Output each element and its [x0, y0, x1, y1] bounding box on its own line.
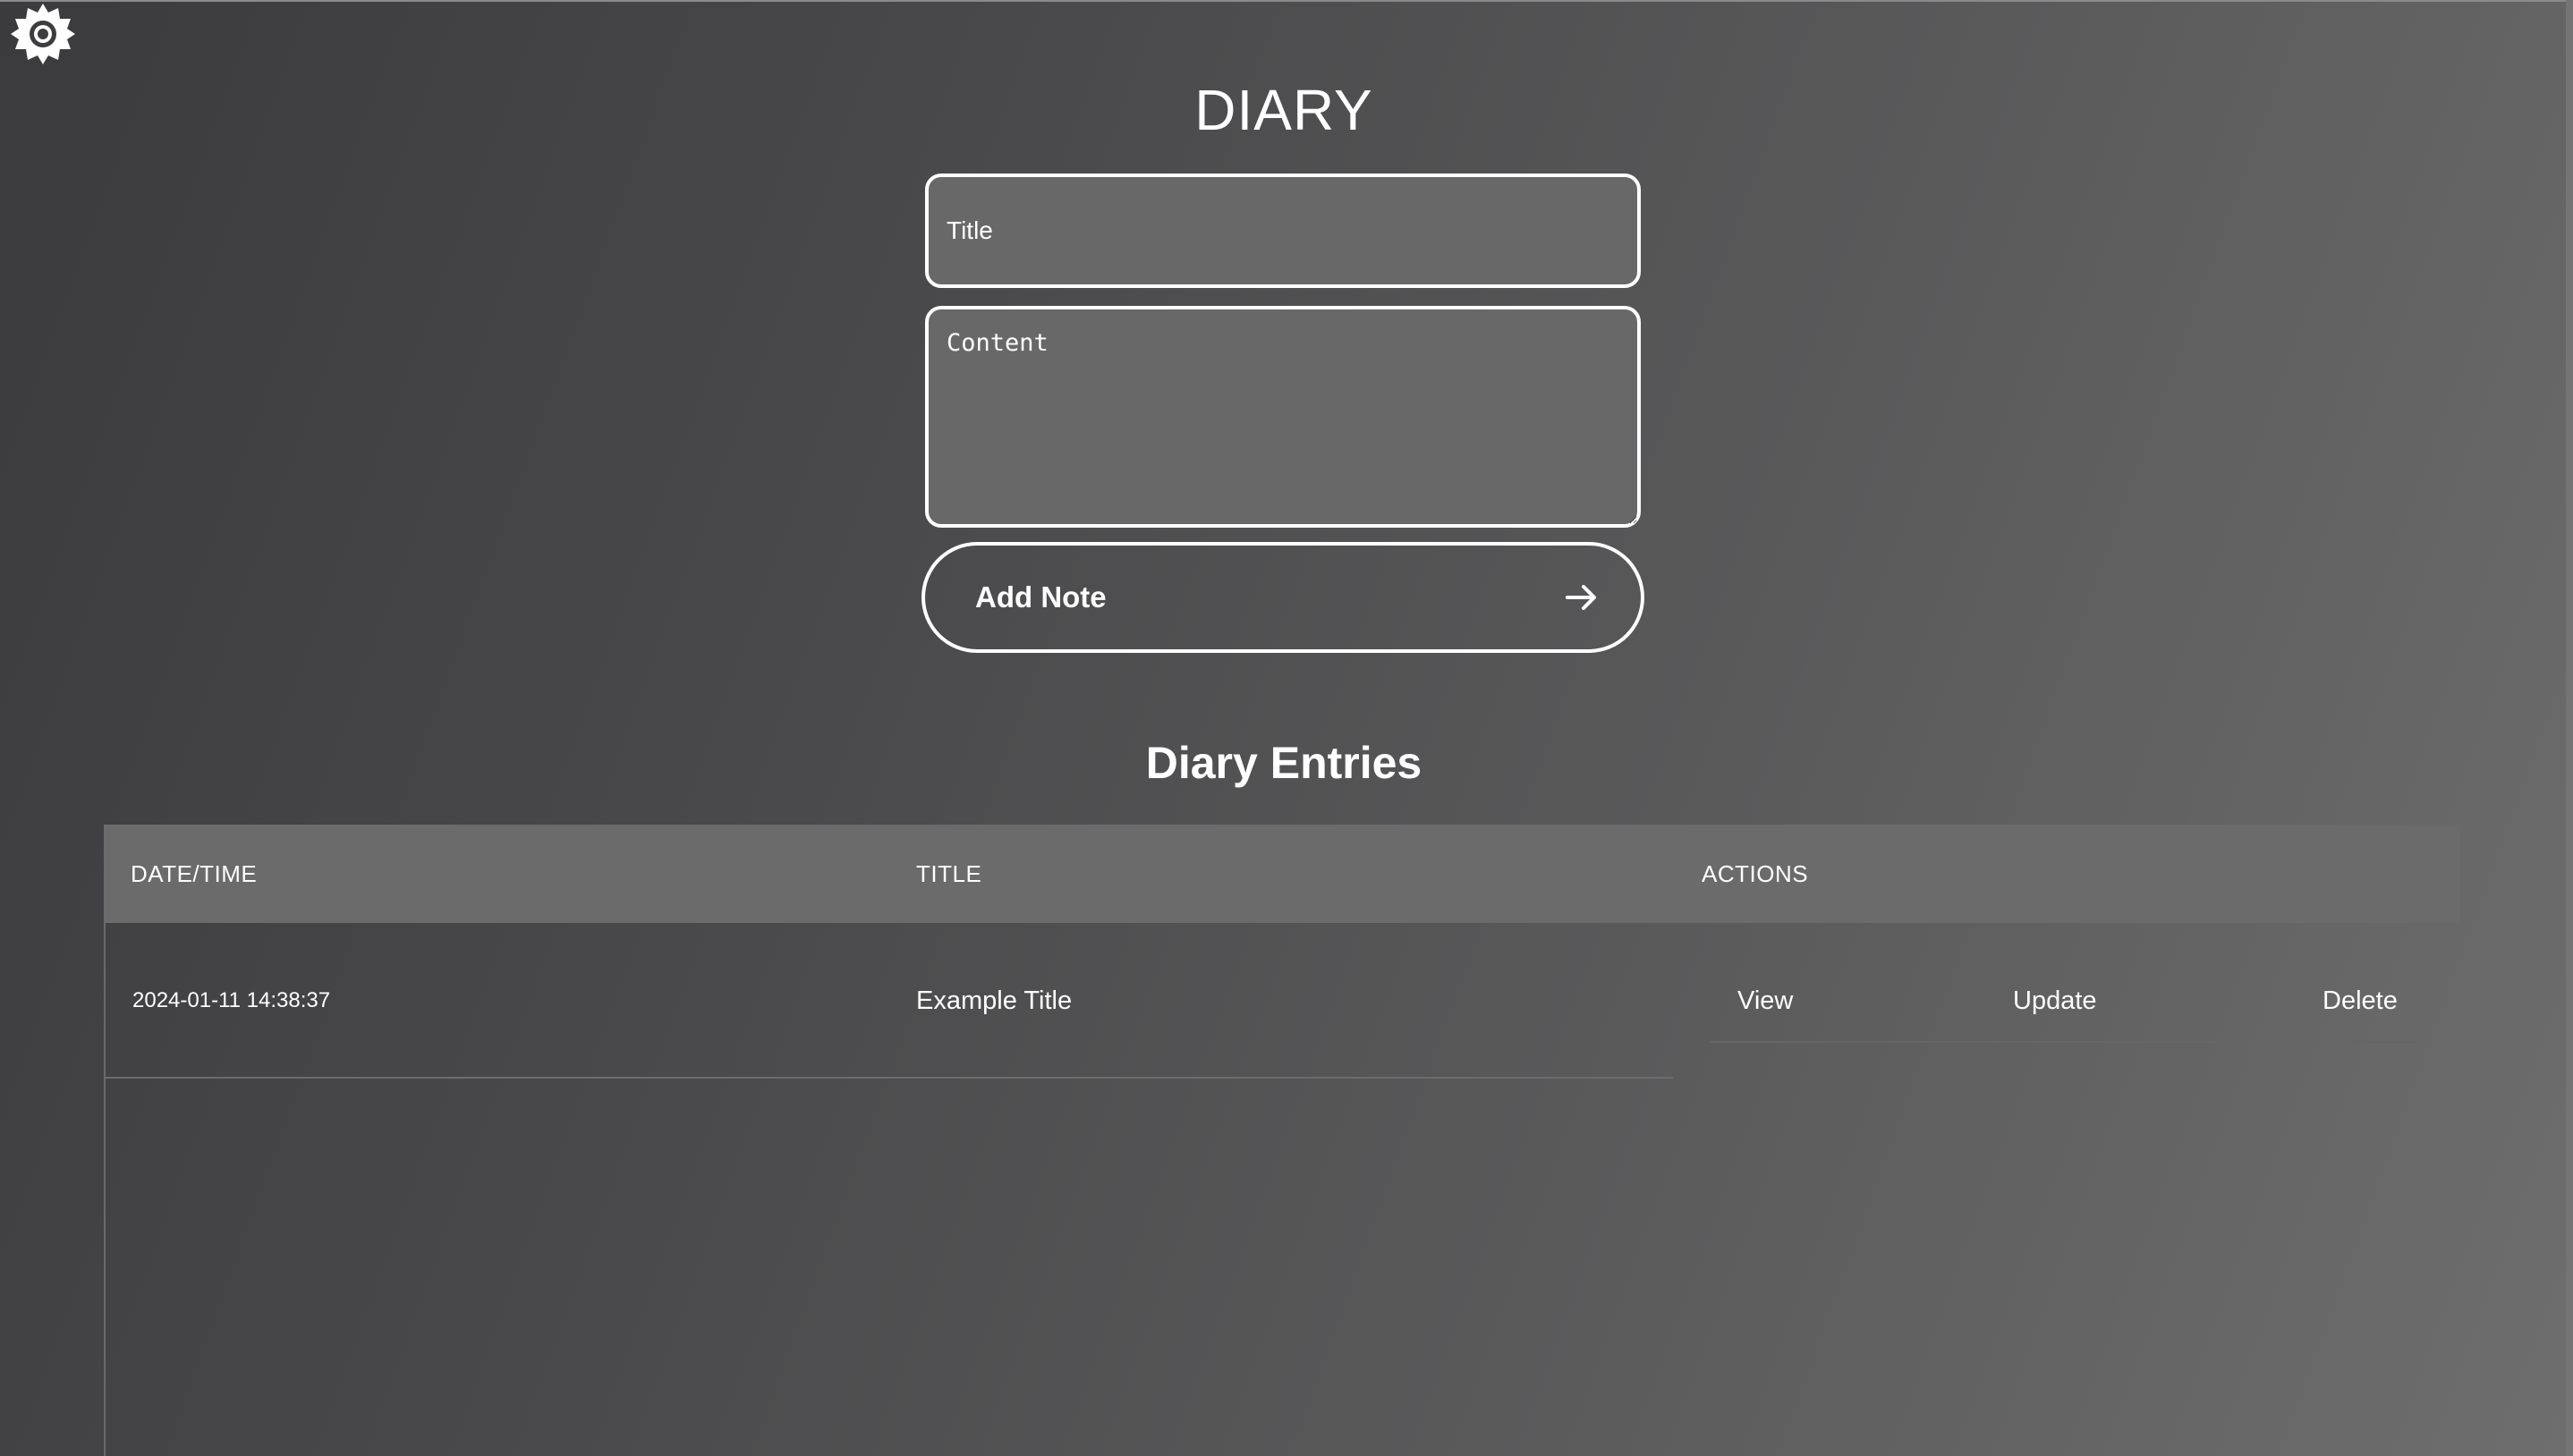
column-header-datetime: DATE/TIME [131, 860, 258, 887]
page-title: DIARY [1194, 78, 1373, 142]
column-header-title: TITLE [916, 860, 982, 887]
delete-button[interactable]: Delete [2322, 969, 2398, 1032]
add-note-button[interactable]: Add Note [921, 542, 1644, 653]
entries-heading: Diary Entries [1145, 738, 1422, 788]
entry-title: Example Title [916, 986, 1073, 1015]
gear-icon[interactable] [11, 2, 75, 66]
title-input[interactable] [925, 174, 1641, 288]
table-header: DATE/TIME TITLE ACTIONS [104, 825, 2460, 923]
row-divider [106, 1077, 1673, 1079]
add-note-button-label: Add Note [975, 580, 1107, 614]
column-header-actions: ACTIONS [1702, 860, 1809, 887]
update-button[interactable]: Update [2013, 969, 2097, 1032]
arrow-right-icon [1562, 578, 1601, 617]
entry-datetime: 2024-01-11 14:38:37 [132, 988, 331, 1012]
actions-divider [1711, 1041, 2419, 1043]
content-textarea[interactable] [925, 306, 1641, 528]
scrollbar-track[interactable] [2566, 0, 2573, 1456]
top-border [0, 0, 2573, 2]
view-button[interactable]: View [1737, 969, 1793, 1032]
